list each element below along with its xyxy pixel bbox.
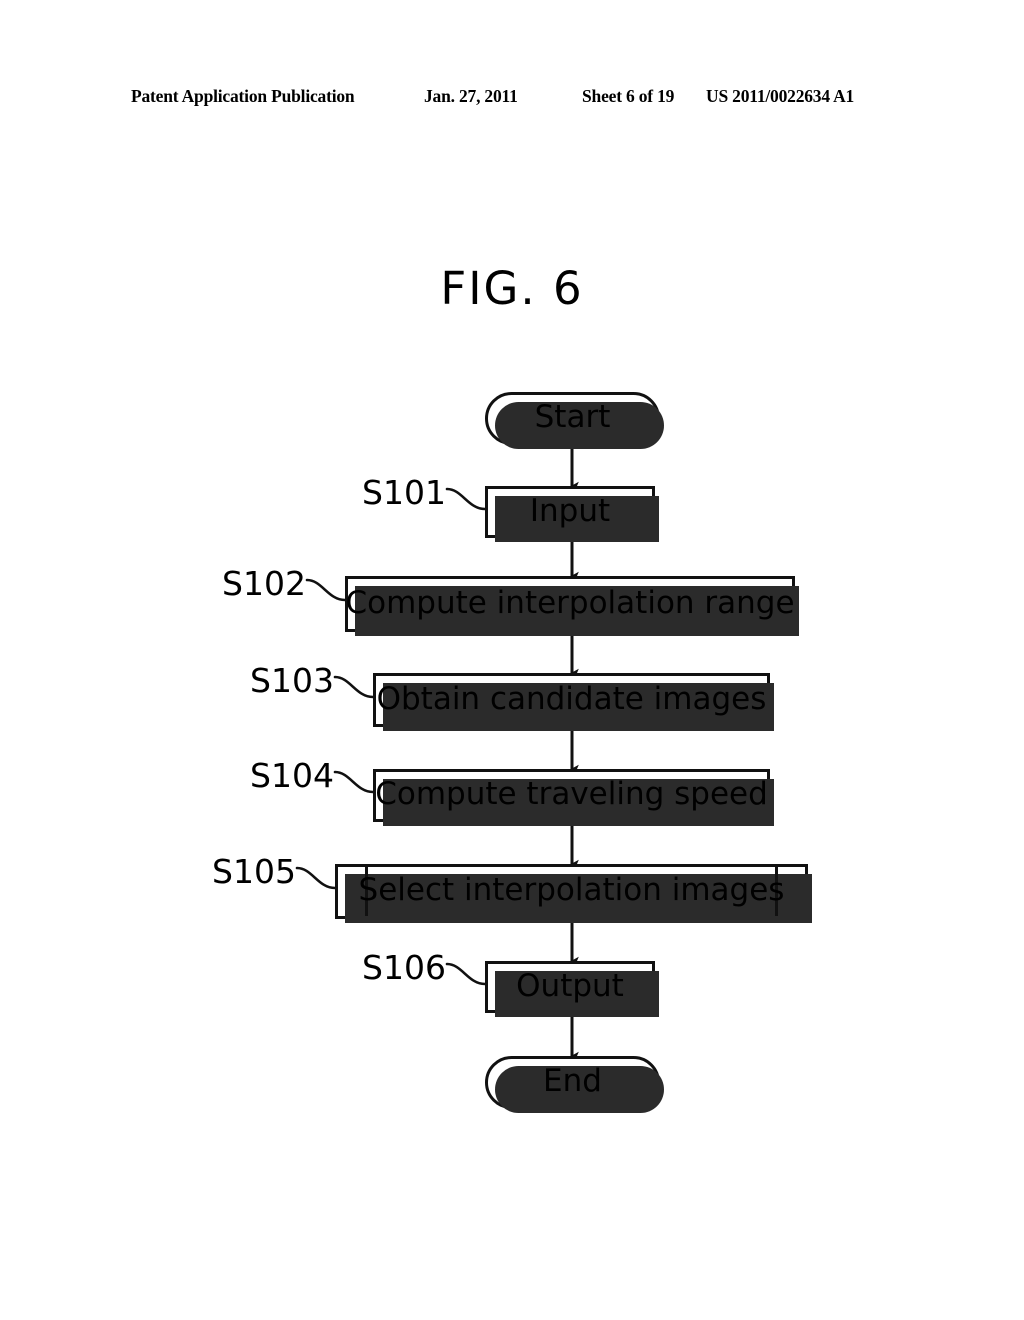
leader-line-s105 xyxy=(295,866,337,890)
flow-node-start-label: Start xyxy=(534,399,611,435)
step-id-s102: S102 xyxy=(222,564,306,603)
step-id-s105: S105 xyxy=(212,852,296,891)
flow-node-s101: Input xyxy=(485,486,659,542)
leader-line-s106 xyxy=(445,962,487,986)
leader-line-s102 xyxy=(305,578,347,602)
patent-figure-page: Patent Application Publication Jan. 27, … xyxy=(0,0,1024,1320)
flow-node-s102-label: Compute interpolation range xyxy=(345,584,795,621)
flow-node-s106-label: Output xyxy=(516,967,624,1004)
flow-node-s103-label: Obtain candidate images xyxy=(376,680,767,717)
flow-node-s105: Select interpolation images xyxy=(335,864,812,923)
flow-node-s101-label: Input xyxy=(529,492,611,529)
leader-line-s103 xyxy=(333,675,375,699)
flow-node-s103: Obtain candidate images xyxy=(373,673,774,731)
flow-node-end-label: End xyxy=(543,1063,602,1099)
flow-node-start: Start xyxy=(485,392,664,449)
step-id-s101: S101 xyxy=(362,473,446,512)
step-id-s103: S103 xyxy=(250,661,334,700)
flowchart: S101 S102 S103 S104 S105 S106 Start Inpu… xyxy=(0,0,1024,1320)
step-id-s104: S104 xyxy=(250,756,334,795)
leader-line-s101 xyxy=(445,487,487,511)
flowchart-connectors xyxy=(295,445,579,1061)
flow-node-s106: Output xyxy=(485,961,659,1017)
flow-node-s104-label: Compute traveling speed xyxy=(375,776,768,812)
step-id-s106: S106 xyxy=(362,948,446,987)
flow-node-end: End xyxy=(485,1056,664,1113)
flow-node-s105-label: Select interpolation images xyxy=(358,872,785,908)
flow-node-s104: Compute traveling speed xyxy=(373,769,774,826)
flow-node-s102: Compute interpolation range xyxy=(345,576,799,636)
leader-line-s104 xyxy=(333,770,375,794)
